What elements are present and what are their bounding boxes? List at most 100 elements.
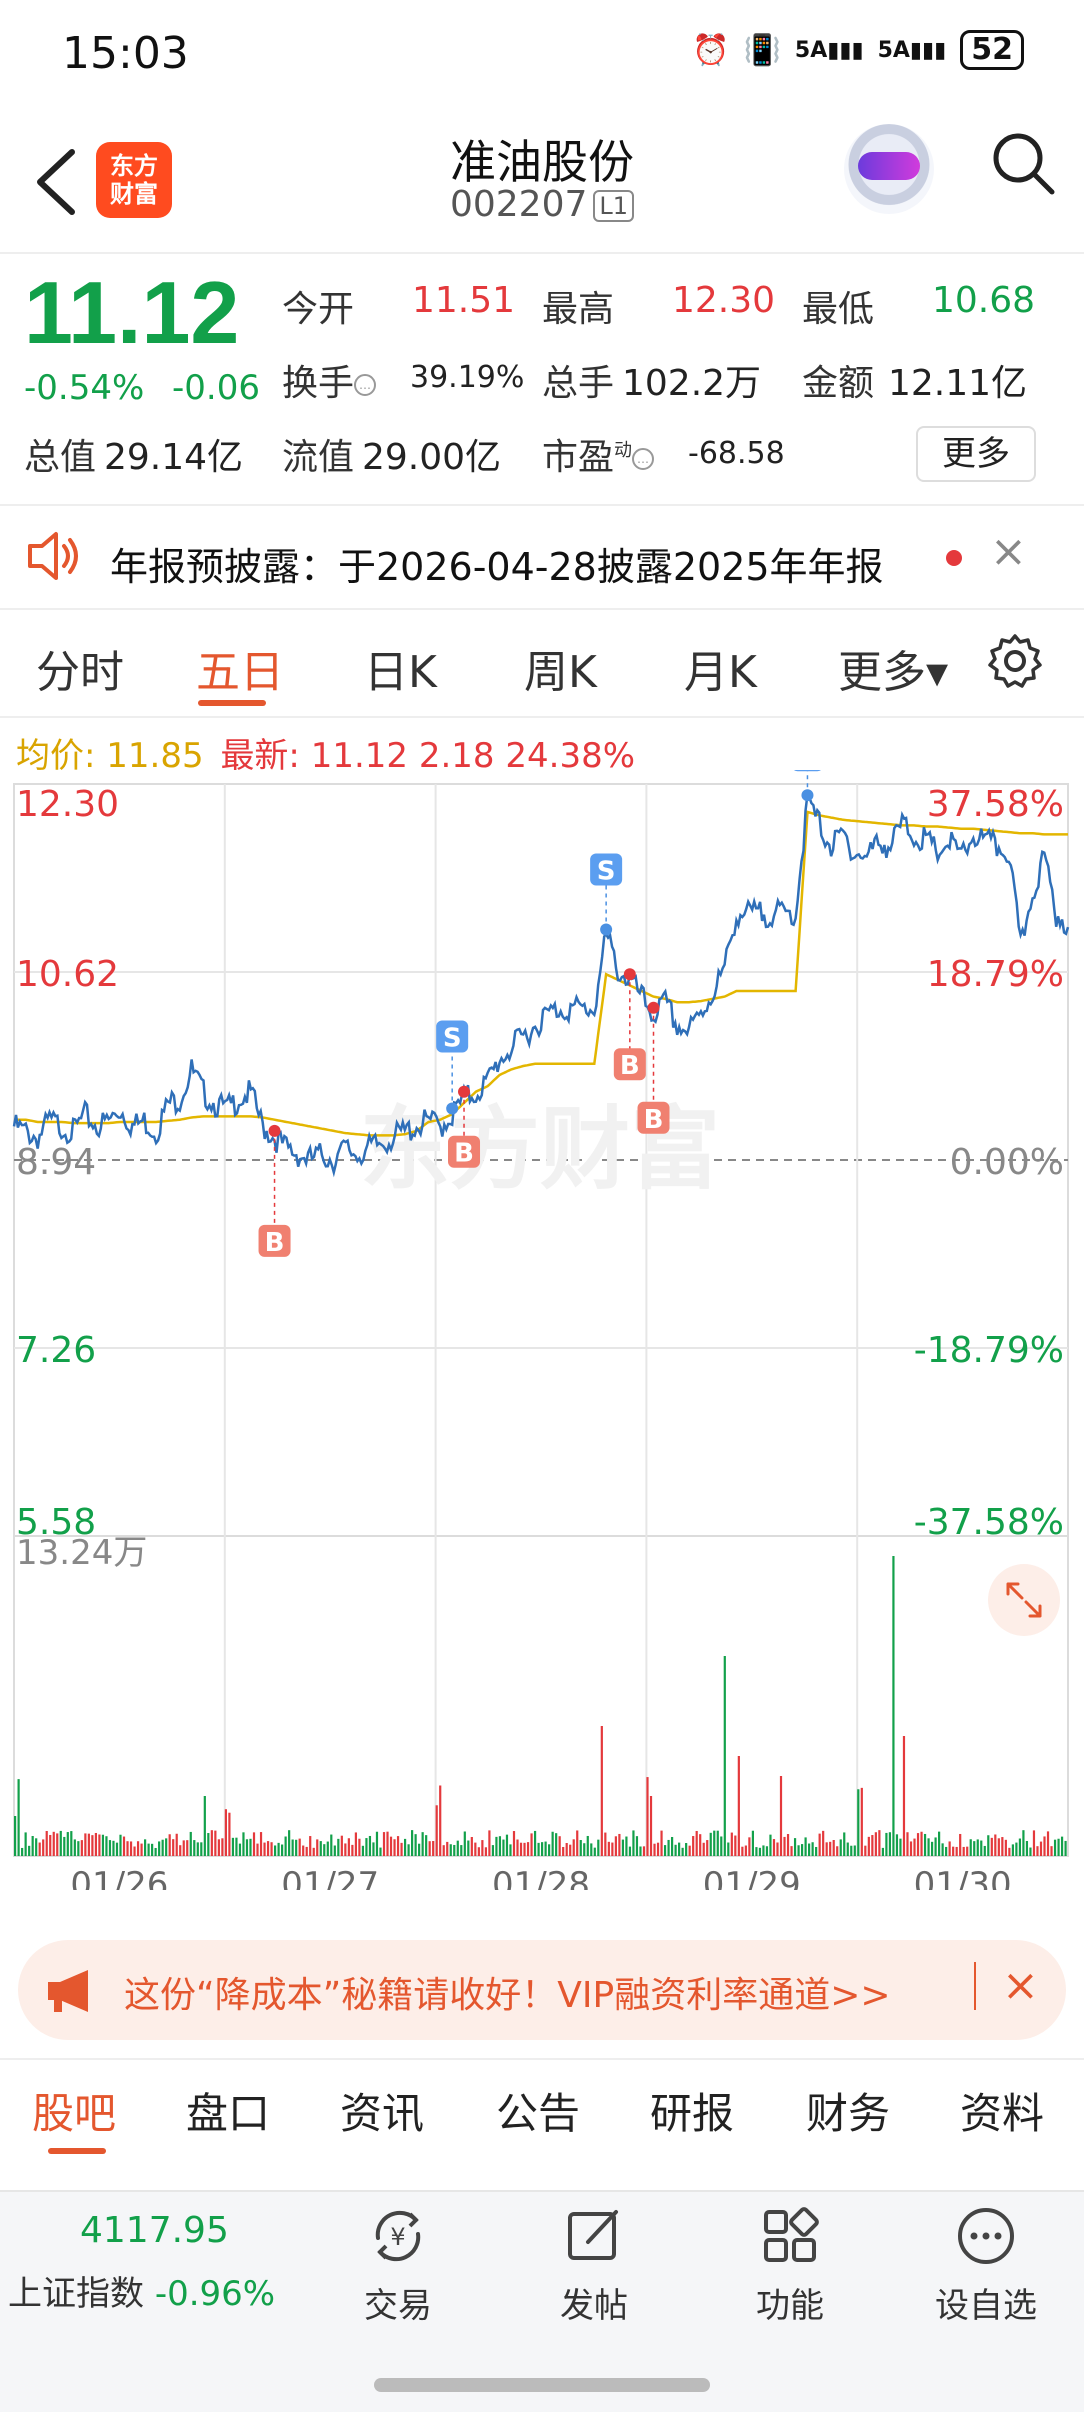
volume-bar — [389, 1836, 393, 1856]
volume-bar — [519, 1842, 523, 1856]
volume-bar — [952, 1846, 955, 1856]
volume-bar — [600, 1726, 603, 1856]
volume-bar — [165, 1838, 168, 1856]
functions-button[interactable]: 功能 — [720, 2204, 860, 2327]
volume-bar — [667, 1839, 670, 1856]
tab-weekly-k[interactable]: 周K — [524, 636, 597, 700]
info-icon[interactable]: … — [354, 374, 377, 396]
volume-bar — [804, 1837, 807, 1856]
settings-gear-icon[interactable] — [986, 632, 1044, 690]
volume-bar — [175, 1833, 178, 1856]
tab-news[interactable]: 资讯 — [340, 2080, 424, 2141]
more-button[interactable]: 更多 — [916, 426, 1036, 482]
pe-info-icon[interactable]: … — [632, 448, 655, 470]
volume-bar — [892, 1556, 895, 1856]
volume-bar — [769, 1834, 772, 1856]
volume-bar — [161, 1839, 164, 1856]
bottom-tab-underline — [48, 2148, 106, 2154]
tab-five-day[interactable]: 五日 — [196, 636, 284, 700]
chart-frame — [13, 783, 1069, 1857]
volume-bar — [685, 1843, 688, 1856]
volume-bar — [259, 1832, 263, 1856]
promo-close-icon[interactable]: × — [1002, 1960, 1039, 2011]
volume-bar — [864, 1845, 867, 1856]
volume-bar — [31, 1835, 34, 1856]
promo-text[interactable]: 这份“降成本”秘籍请收好！VIP融资利率通道>> — [124, 1966, 891, 2018]
volume-bar — [210, 1830, 213, 1856]
add-watchlist-button[interactable]: 设自选 — [916, 2204, 1056, 2327]
home-indicator[interactable] — [374, 2378, 710, 2392]
volume-bar — [193, 1840, 196, 1856]
volume-bar — [316, 1839, 319, 1856]
tab-intraday[interactable]: 分时 — [36, 636, 124, 700]
volume-bar — [453, 1844, 456, 1856]
index-line[interactable]: 上证指数 -0.96% — [8, 2266, 275, 2315]
amount-value: 12.11亿 — [888, 363, 1028, 404]
notice-text[interactable]: 年报预披露：于2026-04-28披露2025年年报 — [110, 536, 884, 591]
volume-bar — [530, 1833, 533, 1856]
tab-guba[interactable]: 股吧 — [32, 2080, 116, 2141]
edit-icon — [568, 2210, 618, 2260]
volume-bar — [938, 1831, 941, 1856]
volume-bar — [495, 1836, 498, 1856]
tab-research[interactable]: 研报 — [650, 2080, 734, 2141]
volume-bar — [418, 1843, 421, 1856]
tab-announcements[interactable]: 公告 — [496, 2080, 580, 2141]
ellipsis-circle-icon — [958, 2208, 1014, 2264]
volume-bar — [428, 1841, 431, 1856]
mktcap-label: 总值 — [24, 437, 97, 478]
volume-bar — [277, 1842, 280, 1856]
search-icon[interactable] — [988, 128, 1058, 198]
volume-bar — [755, 1847, 758, 1856]
tab-finance[interactable]: 财务 — [806, 2080, 890, 2141]
volume-bar — [969, 1839, 972, 1856]
volume-bar — [52, 1831, 55, 1856]
volume-bar — [836, 1846, 839, 1856]
tab-profile[interactable]: 资料 — [960, 2080, 1044, 2141]
float-label: 流值 — [282, 437, 355, 478]
volume-bar — [101, 1834, 105, 1856]
post-button[interactable]: 发帖 — [524, 2204, 664, 2327]
tab-daily-k[interactable]: 日K — [364, 636, 437, 700]
tab-monthly-k[interactable]: 月K — [684, 636, 757, 700]
volume-bar — [326, 1841, 329, 1856]
volume-bar — [122, 1836, 126, 1856]
trade-button[interactable]: ¥ 交易 — [328, 2204, 468, 2327]
volume-bar — [1001, 1837, 1004, 1856]
y-tick-left: 8.94 — [16, 1142, 96, 1183]
notice-close-icon[interactable]: × — [990, 526, 1027, 577]
pe-label: 市盈动… — [542, 428, 655, 480]
last-price: 11.12 — [24, 263, 240, 362]
volume-bar — [151, 1843, 154, 1856]
volume-bar — [818, 1833, 821, 1856]
volume-bar — [298, 1838, 301, 1856]
trade-icon: ¥ — [375, 2210, 421, 2262]
volume-bar — [526, 1842, 530, 1856]
volume-bar — [990, 1837, 993, 1856]
tab-pankou[interactable]: 盘口 — [186, 2080, 270, 2141]
volume-bar — [172, 1839, 175, 1856]
signal-icon-2: 5A▮▮▮ — [877, 37, 947, 63]
y-tick-left: 7.26 — [16, 1330, 96, 1371]
volume-max-label: 13.24万 — [16, 1533, 147, 1573]
tab-more[interactable]: 更多▾ — [838, 636, 948, 700]
y-tick-right: -18.79% — [914, 1330, 1064, 1371]
volume-bar — [372, 1842, 375, 1856]
volume-label: 总手 — [542, 363, 615, 404]
volume-bar — [1043, 1836, 1046, 1856]
volume-bar — [720, 1836, 723, 1856]
volume-bar — [716, 1830, 719, 1856]
volume-bar — [182, 1840, 185, 1856]
speaker-icon — [28, 532, 78, 580]
volume-bar — [899, 1838, 902, 1856]
volume-bar — [386, 1831, 389, 1856]
volume-bar — [1018, 1838, 1022, 1856]
volume-bar — [105, 1836, 108, 1856]
mktcap-value: 29.14亿 — [104, 437, 244, 478]
index-value[interactable]: 4117.95 — [80, 2210, 229, 2251]
expand-button — [988, 1564, 1060, 1636]
volume-bar — [544, 1841, 547, 1856]
volume-bar — [576, 1830, 579, 1856]
volume-bar — [1046, 1831, 1050, 1856]
five-day-chart[interactable]: 东方财富12.3010.628.947.265.5837.58%18.79%0.… — [0, 770, 1084, 1890]
